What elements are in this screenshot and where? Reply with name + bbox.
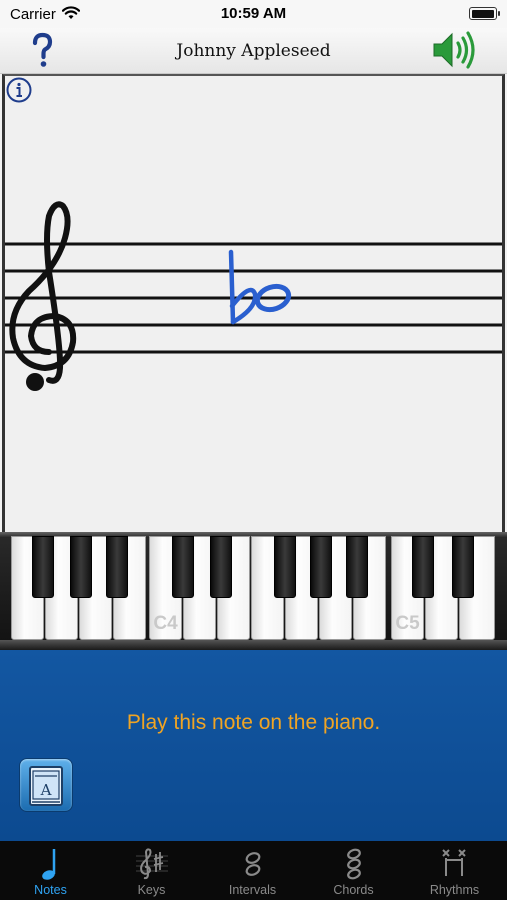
tab-keys[interactable]: Keys (101, 841, 202, 900)
info-icon[interactable] (5, 76, 33, 104)
piano-base (0, 640, 507, 650)
tab-chords[interactable]: Chords (303, 841, 404, 900)
tab-label: Intervals (228, 883, 277, 897)
key-label-c5: C5 (395, 613, 420, 634)
book-icon: A (29, 766, 63, 806)
tab-label: Rhythms (429, 883, 480, 897)
piano-key-black[interactable] (70, 536, 92, 598)
staff-area (2, 74, 505, 532)
prompt-text: Play this note on the piano. (126, 711, 381, 734)
piano-key-black[interactable] (346, 536, 368, 598)
nav-bar: Johnny Appleseed (0, 28, 507, 74)
chord-icon (346, 848, 361, 880)
book-button[interactable]: A (19, 758, 73, 812)
tab-notes[interactable]: Notes (0, 841, 101, 900)
quarter-note-icon (41, 849, 55, 880)
svg-text:A: A (40, 781, 52, 799)
battery-icon (469, 7, 500, 20)
piano-key-black[interactable] (452, 536, 474, 598)
clock: 10:59 AM (220, 5, 287, 22)
key-signature-icon (135, 848, 168, 880)
interval-icon (245, 852, 260, 876)
prompt-panel: Play this note on the piano. A (0, 650, 507, 841)
piano-key-black[interactable] (274, 536, 296, 598)
music-staff (5, 201, 502, 391)
status-bar: Carrier 10:59 AM (0, 0, 507, 28)
key-label-c4: C4 (153, 613, 178, 634)
piano-keyboard: C4 C5 (0, 532, 507, 650)
tab-rhythms[interactable]: Rhythms (404, 841, 505, 900)
piano-key-black[interactable] (310, 536, 332, 598)
speaker-icon[interactable] (431, 30, 479, 70)
piano-key-black[interactable] (32, 536, 54, 598)
piano-key-black[interactable] (106, 536, 128, 598)
tab-label: Keys (137, 883, 166, 897)
tab-label: Chords (333, 883, 374, 897)
tab-intervals[interactable]: Intervals (202, 841, 303, 900)
rhythm-icon (441, 849, 466, 876)
piano-key-black[interactable] (172, 536, 194, 598)
tab-label: Notes (34, 883, 67, 897)
piano-key-black[interactable] (412, 536, 434, 598)
tab-bar: Notes Keys Intervals Chords Rhythms (0, 841, 507, 900)
note-flat-icon (228, 249, 258, 325)
piano-key-black[interactable] (210, 536, 232, 598)
